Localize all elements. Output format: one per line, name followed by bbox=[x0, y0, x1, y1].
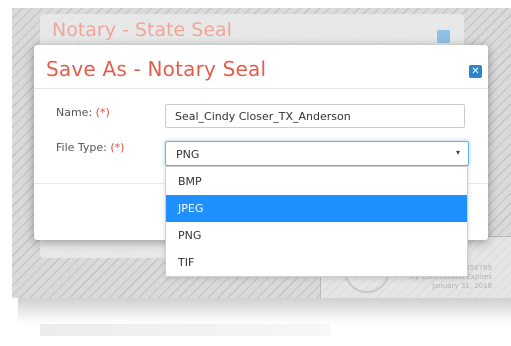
seal-text-line: January 31, 2018 bbox=[432, 282, 492, 290]
file-type-required-marker: (*) bbox=[110, 141, 125, 154]
background-close-icon bbox=[437, 30, 450, 43]
file-type-select[interactable]: PNG ▾ bbox=[165, 141, 469, 166]
dropdown-option-png[interactable]: PNG bbox=[166, 222, 467, 249]
dialog-title: Save As - Notary Seal bbox=[46, 57, 267, 81]
chevron-down-icon: ▾ bbox=[455, 148, 460, 157]
name-label-text: Name: bbox=[56, 106, 93, 119]
dropdown-option-jpeg[interactable]: JPEG bbox=[166, 195, 467, 222]
name-label: Name: (*) bbox=[56, 106, 110, 119]
background-shadow bbox=[18, 298, 511, 324]
background-shadow-lower bbox=[40, 324, 330, 336]
background-panel-title: Notary - State Seal bbox=[52, 19, 232, 41]
dropdown-option-tif[interactable]: TIF bbox=[166, 249, 467, 276]
close-icon[interactable]: ✕ bbox=[469, 65, 482, 78]
name-input[interactable] bbox=[165, 104, 465, 128]
file-type-label: File Type: (*) bbox=[56, 141, 124, 154]
file-type-label-text: File Type: bbox=[56, 141, 107, 154]
name-required-marker: (*) bbox=[95, 106, 110, 119]
file-type-dropdown-list: BMP JPEG PNG TIF bbox=[165, 166, 468, 277]
dropdown-option-bmp[interactable]: BMP bbox=[166, 168, 467, 195]
dialog-header-divider bbox=[34, 88, 488, 89]
file-type-selected-value: PNG bbox=[176, 148, 200, 161]
